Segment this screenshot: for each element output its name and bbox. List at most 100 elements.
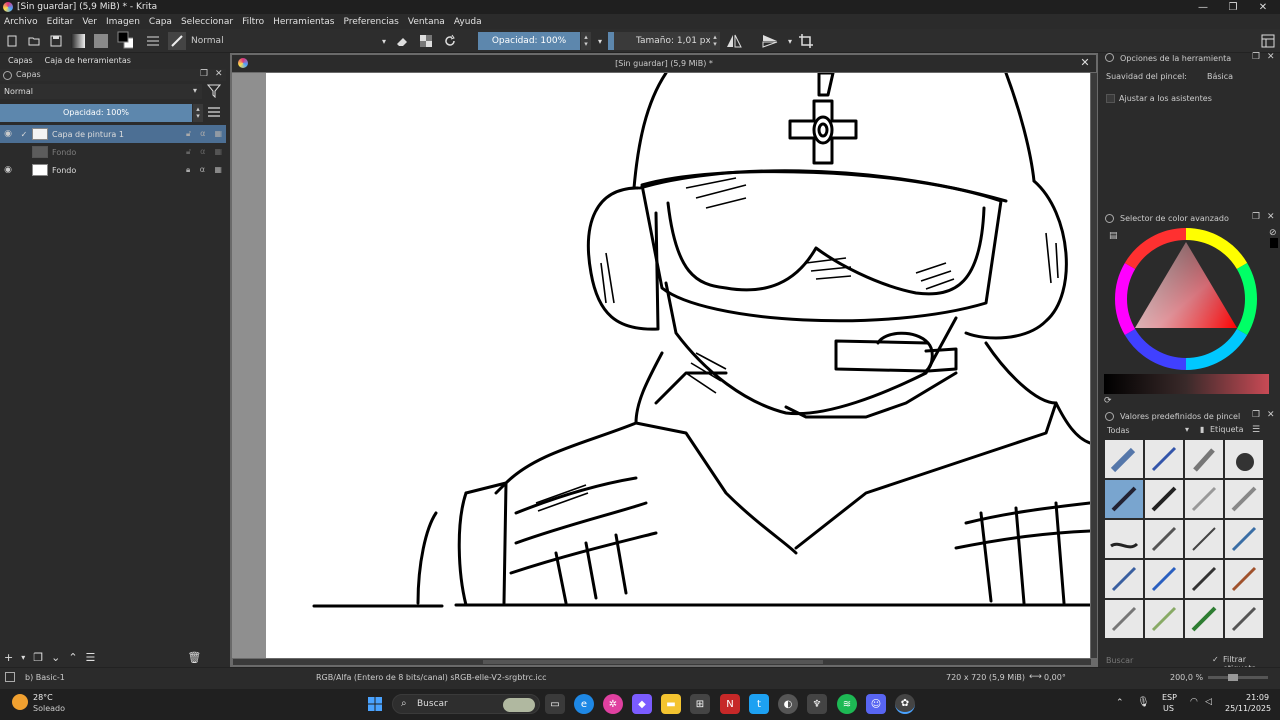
menu-filtro[interactable]: Filtro: [242, 17, 264, 27]
close-document-icon[interactable]: ✕: [1078, 56, 1092, 70]
reload-preset-icon[interactable]: [442, 33, 458, 49]
open-folder-icon[interactable]: [26, 33, 42, 49]
language-top[interactable]: ESP: [1162, 693, 1177, 702]
close-docker-icon[interactable]: ✕: [1267, 52, 1275, 62]
reset-color-icon[interactable]: ⊘: [1269, 228, 1277, 238]
tag-label[interactable]: Etiqueta: [1210, 425, 1244, 434]
lock-docker-icon[interactable]: [3, 71, 12, 80]
weather-desc[interactable]: Soleado: [33, 704, 65, 713]
menu-archivo[interactable]: Archivo: [4, 17, 38, 27]
filter-icon[interactable]: [206, 84, 222, 101]
layer-row[interactable]: ◉ Fondo 🔒︎ α ▦: [0, 161, 226, 179]
chevron-down-icon[interactable]: ▾: [193, 86, 197, 95]
close-docker-icon[interactable]: ✕: [1267, 410, 1275, 420]
brush-preset[interactable]: [1145, 560, 1183, 598]
document-tab[interactable]: [Sin guardar] (5,9 MiB) *: [232, 55, 1096, 72]
eraser-icon[interactable]: [394, 33, 410, 49]
zoom-slider[interactable]: [1208, 674, 1268, 681]
float-docker-icon[interactable]: ❐: [1252, 212, 1260, 222]
menu-imagen[interactable]: Imagen: [106, 17, 140, 27]
save-icon[interactable]: [48, 33, 64, 49]
brush-preset[interactable]: [1185, 560, 1223, 598]
maximize-button[interactable]: ❐: [1216, 0, 1250, 14]
brush-preset[interactable]: [1105, 600, 1143, 638]
smoothing-select[interactable]: Básica: [1204, 70, 1270, 84]
chevron-up-icon[interactable]: ⌃: [1116, 698, 1124, 708]
layer-row[interactable]: Fondo 🔓︎ α ▦: [0, 143, 226, 161]
volume-icon[interactable]: ◁: [1205, 697, 1212, 707]
refresh-icon[interactable]: ⟳: [1104, 396, 1112, 406]
status-rotation[interactable]: 0,00°: [1044, 673, 1066, 682]
windows-start-icon[interactable]: [365, 694, 385, 714]
status-zoom[interactable]: 200,0 %: [1170, 673, 1203, 682]
inherit-alpha-icon[interactable]: α: [200, 129, 205, 139]
task-view-icon[interactable]: ▭: [545, 694, 565, 714]
delete-layer-icon[interactable]: 🗑︎: [187, 651, 201, 664]
edge-icon[interactable]: e: [574, 694, 594, 714]
opacity-spin[interactable]: ▴ ▾: [581, 32, 591, 50]
eye-icon[interactable]: ◉: [0, 129, 16, 139]
layer-blend-mode-select[interactable]: Normal: [0, 84, 202, 99]
brush-preset[interactable]: [1145, 600, 1183, 638]
menu-ver[interactable]: Ver: [82, 17, 97, 27]
alpha-lock-icon[interactable]: ▦: [214, 129, 222, 139]
pattern-icon[interactable]: [93, 33, 109, 49]
eye-icon[interactable]: ◉: [0, 165, 16, 175]
preset-search-input[interactable]: Buscar: [1104, 655, 1208, 667]
vertical-scrollbar[interactable]: [1091, 73, 1097, 658]
close-docker-icon[interactable]: ✕: [1267, 212, 1275, 222]
brush-preset[interactable]: [1105, 520, 1143, 558]
horizontal-scrollbar[interactable]: [233, 659, 1091, 665]
fg-bg-color-icon[interactable]: [117, 31, 133, 49]
menu-ventana[interactable]: Ventana: [408, 17, 445, 27]
blend-mode-select[interactable]: Normal: [188, 33, 388, 49]
chevron-down-icon[interactable]: ▾: [782, 33, 798, 49]
menu-editar[interactable]: Editar: [47, 17, 74, 27]
file-explorer-icon[interactable]: ▬: [661, 694, 681, 714]
layer-properties-icon[interactable]: ☰: [86, 651, 96, 664]
brush-preset[interactable]: [1225, 600, 1263, 638]
drawing-canvas[interactable]: [266, 73, 1090, 658]
app-icon[interactable]: ✲: [603, 694, 623, 714]
brush-preset[interactable]: [1225, 440, 1263, 478]
wifi-icon[interactable]: ◠: [1190, 697, 1198, 707]
menu-seleccionar[interactable]: Seleccionar: [181, 17, 233, 27]
size-slider[interactable]: Tamaño: 1,01 px: [608, 32, 712, 50]
twitter-icon[interactable]: t: [749, 694, 769, 714]
layer-opacity-spin[interactable]: ▴ ▾: [193, 104, 203, 122]
mirror-horizontal-icon[interactable]: [726, 33, 742, 49]
lock-icon[interactable]: 🔒︎: [186, 165, 190, 175]
assistants-checkbox[interactable]: [1106, 94, 1115, 103]
brush-preset[interactable]: [1185, 440, 1223, 478]
alpha-lock-icon[interactable]: ▦: [214, 165, 222, 175]
float-docker-icon[interactable]: ❐: [1252, 52, 1260, 62]
lock-docker-icon[interactable]: [1105, 412, 1114, 421]
float-docker-icon[interactable]: ❐: [200, 69, 208, 79]
brush-preset-selected[interactable]: [1105, 480, 1143, 518]
brush-preset[interactable]: [1185, 600, 1223, 638]
brush-preset[interactable]: [1185, 480, 1223, 518]
minimize-button[interactable]: —: [1186, 0, 1220, 14]
brush-preset[interactable]: [1225, 520, 1263, 558]
move-up-icon[interactable]: ⌃: [68, 651, 77, 664]
layer-row[interactable]: ◉ ✓ Capa de pintura 1 🔓︎ α ▦: [0, 125, 226, 143]
weather-sun-icon[interactable]: [12, 694, 28, 710]
check-icon[interactable]: ✓: [16, 130, 32, 139]
layer-opacity-slider[interactable]: Opacidad: 100%: [0, 104, 192, 122]
chevron-down-icon[interactable]: ▾: [592, 33, 608, 49]
duplicate-layer-icon[interactable]: ❐: [33, 651, 43, 664]
lock-icon[interactable]: 🔓︎: [186, 147, 191, 157]
workspace-icon[interactable]: [1260, 33, 1276, 49]
close-docker-icon[interactable]: ✕: [215, 69, 223, 79]
layer-menu-icon[interactable]: [208, 107, 220, 120]
copilot-icon[interactable]: ◆: [632, 694, 652, 714]
brush-preset[interactable]: [1145, 440, 1183, 478]
brush-preset[interactable]: [1225, 560, 1263, 598]
inherit-alpha-icon[interactable]: α: [200, 147, 205, 157]
discord-icon[interactable]: ☺: [866, 694, 886, 714]
microphone-icon[interactable]: 🎙︎: [1137, 697, 1150, 708]
opacity-slider[interactable]: Opacidad: 100%: [478, 32, 580, 50]
weather-temp[interactable]: 28°C: [33, 693, 53, 702]
chevron-down-icon[interactable]: ▾: [21, 653, 25, 662]
filter-tag-checkbox[interactable]: ✓: [1212, 655, 1219, 664]
